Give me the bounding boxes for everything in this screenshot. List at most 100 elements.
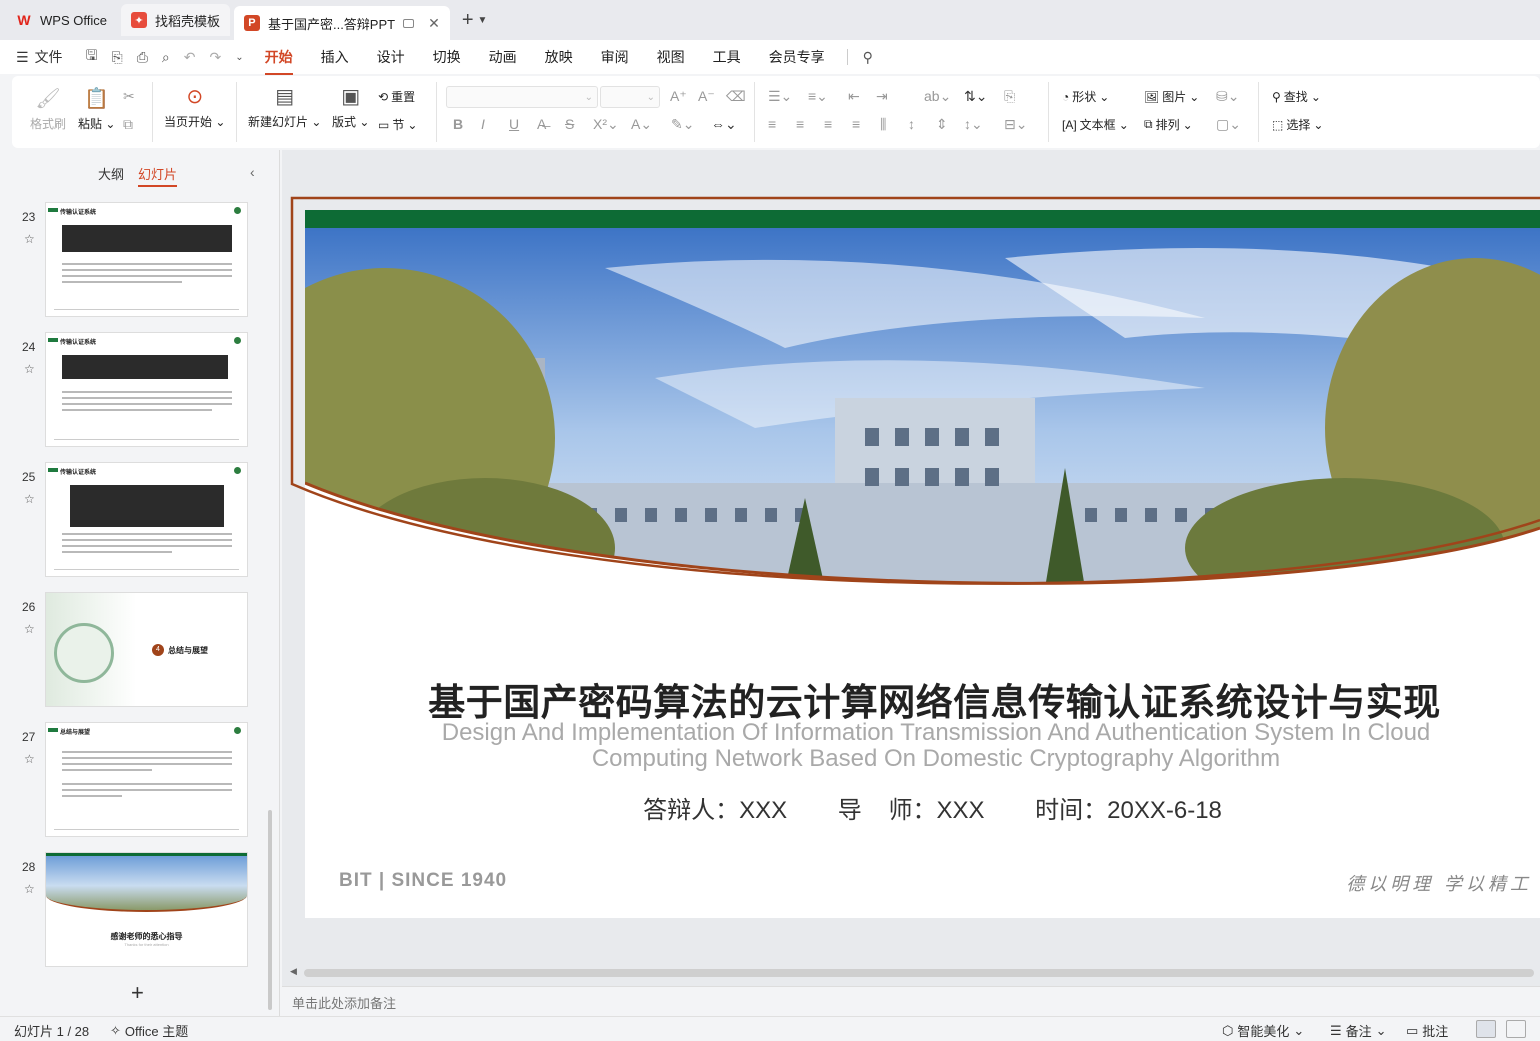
slide-title[interactable]: 基于国产密码算法的云计算网络信息传输认证系统设计与实现 [305, 672, 1540, 726]
chevron-down-icon[interactable]: ▼ [478, 15, 488, 26]
slide[interactable]: 基于国产密码算法的云计算网络信息传输认证系统设计与实现 Design And I… [305, 210, 1540, 918]
paragraph-spacing-icon[interactable]: ⇕ [936, 116, 948, 133]
redo-icon[interactable]: ↷ [209, 49, 221, 66]
play-from-current-button[interactable]: ⊙ 当页开始 ⌄ [164, 84, 225, 130]
star-icon[interactable]: ☆ [24, 492, 35, 506]
align-right-icon[interactable]: ≡ [824, 116, 832, 132]
scrollbar[interactable] [268, 810, 272, 1010]
slide-thumbnail[interactable]: 传输认证系统 [45, 202, 248, 317]
font-grow-icon[interactable]: A⁺ [670, 88, 687, 105]
tab-wps-office[interactable]: W WPS Office [6, 4, 117, 36]
shadow-icon[interactable]: S [565, 116, 574, 132]
star-icon[interactable]: ☆ [24, 882, 35, 896]
tab-slides[interactable]: 幻灯片 [138, 164, 178, 187]
normal-view-icon[interactable] [1476, 1020, 1496, 1038]
picture-button[interactable]: 🖼 图片 ⌄ [1144, 88, 1199, 105]
menu-review[interactable]: 审阅 [601, 47, 629, 67]
slide-meta[interactable]: 答辩人：XXX 导 师：XXX 时间：20XX-6-18 [305, 790, 1540, 825]
menu-home[interactable]: 开始 [264, 47, 293, 75]
star-icon[interactable]: ☆ [24, 622, 35, 636]
slide-thumbnail[interactable]: 总结与展望 [45, 722, 248, 837]
align-center-icon[interactable]: ≡ [796, 116, 804, 132]
spacing-options-icon[interactable]: ↕⌄ [964, 116, 983, 133]
sort-icon[interactable]: ⇅⌄ [964, 88, 987, 105]
theme-button[interactable]: ✧ Office 主题 [110, 1021, 188, 1040]
outline-icon[interactable]: ▢⌄ [1216, 116, 1241, 133]
justify-icon[interactable]: ≡ [852, 116, 860, 132]
copy-icon[interactable]: ⧉ [123, 116, 133, 133]
slide-thumbnail-row[interactable]: 23 ☆ 传输认证系统 [0, 202, 270, 320]
search-icon[interactable]: ⚲ [863, 49, 873, 66]
scroll-left-icon[interactable]: ◀ [290, 966, 297, 977]
add-slide-icon[interactable]: + [131, 980, 144, 1006]
reset-button[interactable]: ⟲ 重置 [378, 88, 415, 105]
line-spacing-icon[interactable]: ↕ [908, 116, 915, 132]
cut-icon[interactable]: ✂ [123, 88, 135, 105]
shape-button[interactable]: ◔ 形状 ⌄ [1062, 88, 1109, 105]
increase-indent-icon[interactable]: ⇥ [876, 88, 888, 105]
notes-field[interactable]: 单击此处添加备注 [282, 986, 1540, 1016]
fill-icon[interactable]: ⛁⌄ [1216, 88, 1239, 105]
find-button[interactable]: ⚲ 查找 ⌄ [1272, 88, 1321, 105]
slide-thumbnail-row[interactable]: 28 ☆ 感谢老师的悉心指导 Thanks for their attentio… [0, 852, 270, 970]
file-menu[interactable]: ☰ 文件 [16, 47, 63, 67]
char-spacing-icon[interactable]: ⇔⌄ [711, 116, 737, 133]
save-icon[interactable]: 🖫 [86, 45, 98, 69]
new-slide-button[interactable]: ▤ 新建幻灯片 ⌄ [248, 84, 321, 130]
slide-thumbnail-selected[interactable]: 感谢老师的悉心指导 Thanks for their attention [45, 852, 248, 967]
print-preview-icon[interactable]: ⌕ [162, 49, 170, 66]
menu-animations[interactable]: 动画 [489, 47, 517, 67]
chevron-left-icon[interactable]: ‹ [250, 164, 255, 180]
chevron-down-icon[interactable]: ⌄ [235, 52, 243, 63]
slide-thumbnail-row[interactable]: 27 ☆ 总结与展望 [0, 722, 270, 840]
columns-icon[interactable]: ⊟⌄ [1004, 116, 1027, 133]
font-size-select[interactable]: ⌄ [600, 86, 660, 108]
text-direction-icon[interactable]: ab⌄ [924, 88, 951, 105]
tab-docer[interactable]: ✦ 找稻壳模板 [120, 4, 230, 36]
font-color-icon[interactable]: A⌄ [631, 116, 652, 133]
star-icon[interactable]: ☆ [24, 752, 35, 766]
decrease-indent-icon[interactable]: ⇤ [848, 88, 860, 105]
bullets-icon[interactable]: ☰⌄ [768, 88, 792, 105]
paste-button[interactable]: 📋 粘贴 ⌄ [78, 86, 115, 132]
highlight-icon[interactable]: ✎⌄ [671, 116, 694, 133]
distribute-icon[interactable]: ⫼ [880, 116, 886, 133]
font-shrink-icon[interactable]: A⁻ [698, 88, 715, 105]
superscript-icon[interactable]: X²⌄ [593, 116, 619, 133]
slide-thumbnail-row[interactable]: 24 ☆ 传输认证系统 [0, 332, 270, 450]
menu-transitions[interactable]: 切换 [433, 47, 461, 67]
layout-button[interactable]: ▣ 版式 ⌄ [332, 84, 369, 130]
menu-tools[interactable]: 工具 [713, 47, 741, 67]
window-icon[interactable] [403, 18, 415, 28]
notes-button[interactable]: ☰ 备注 ⌄ [1330, 1021, 1387, 1040]
new-tab-icon[interactable]: + [462, 9, 474, 32]
clear-format-icon[interactable]: ⌫ [726, 88, 746, 105]
tab-outline[interactable]: 大纲 [98, 164, 124, 187]
slide-thumbnail[interactable]: 传输认证系统 [45, 332, 248, 447]
slide-thumbnail-row[interactable]: 26 ☆ 4 总结与展望 [0, 592, 270, 710]
section-button[interactable]: ▭ 节 ⌄ [378, 116, 417, 133]
arrange-button[interactable]: ⧉ 排列 ⌄ [1144, 116, 1193, 133]
font-family-select[interactable]: ⌄ [446, 86, 598, 108]
close-icon[interactable]: ✕ [428, 15, 440, 32]
slide-thumbnail[interactable]: 传输认证系统 [45, 462, 248, 577]
slide-subtitle[interactable]: Design And Implementation Of Information… [401, 720, 1471, 772]
beautify-button[interactable]: ⬡ 智能美化 ⌄ [1222, 1021, 1304, 1040]
menu-insert[interactable]: 插入 [321, 47, 349, 67]
print-icon[interactable]: ⎙ [137, 49, 148, 66]
select-button[interactable]: ⬚ 选择 ⌄ [1272, 116, 1323, 133]
footer-text[interactable]: BIT | SINCE 1940 [339, 870, 507, 892]
tab-document[interactable]: P 基于国产密...答辩PPT ✕ [233, 6, 450, 40]
undo-icon[interactable]: ↶ [184, 49, 196, 66]
horizontal-scrollbar[interactable] [304, 969, 1534, 977]
share-icon[interactable]: ⎘ [112, 49, 123, 66]
format-painter-button[interactable]: 🖌 格式刷 [30, 86, 66, 132]
textbox-button[interactable]: [A] 文本框 ⌄ [1062, 116, 1129, 133]
slide-thumbnail-row[interactable]: 25 ☆ 传输认证系统 [0, 462, 270, 580]
italic-icon[interactable]: I [481, 116, 485, 132]
star-icon[interactable]: ☆ [24, 362, 35, 376]
menu-slideshow[interactable]: 放映 [545, 47, 573, 67]
motto-text[interactable]: 德以明理 学以精工 [1346, 870, 1532, 896]
numbering-icon[interactable]: ≡⌄ [808, 88, 828, 105]
align-left-icon[interactable]: ≡ [768, 116, 776, 132]
